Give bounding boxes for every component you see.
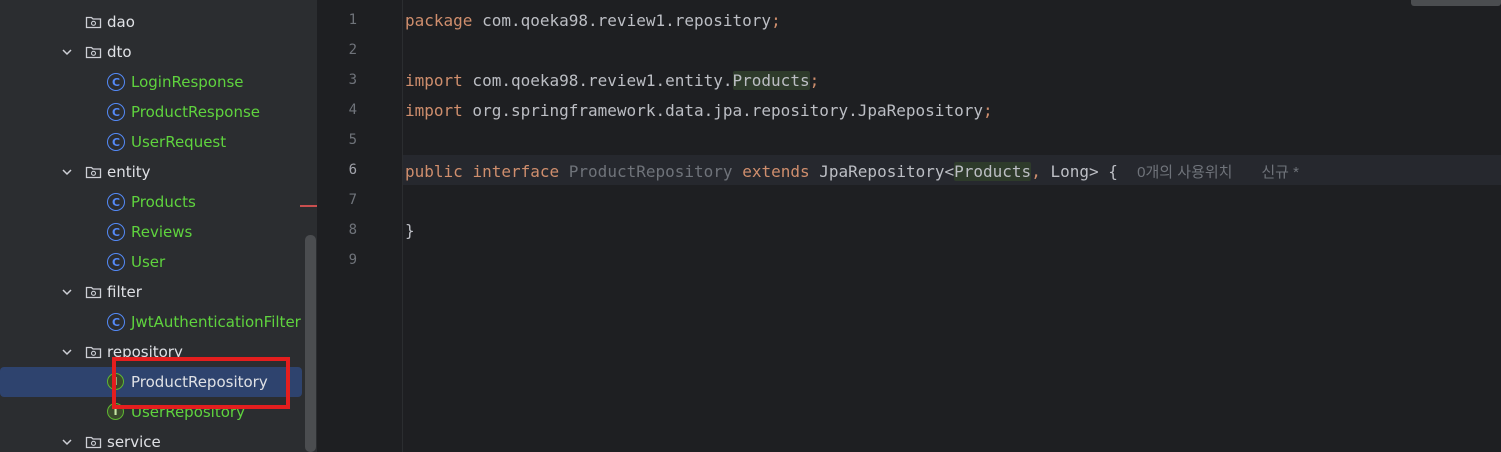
generic-rest: Long> { (1040, 162, 1118, 181)
tree-item-loginresponse[interactable]: C LoginResponse (0, 67, 302, 97)
class-icon: C (107, 193, 125, 211)
interface-name: ProductRepository (568, 162, 733, 181)
line-number: 5 (348, 132, 357, 148)
line-number: 4 (348, 102, 357, 118)
tree-item-label: dto (107, 43, 132, 61)
tree-item-label: UserRequest (131, 133, 227, 151)
code-line-4[interactable]: import org.springframework.data.jpa.repo… (405, 101, 993, 120)
tree-item-label: JwtAuthenticationFilter (131, 313, 301, 331)
tree-item-dao[interactable]: dao (0, 7, 302, 37)
class-icon: C (107, 103, 125, 121)
code-line-6[interactable]: public interface ProductRepository exten… (405, 161, 1299, 182)
tree-item-userrequest[interactable]: C UserRequest (0, 127, 302, 157)
chevron-down-icon[interactable] (60, 165, 74, 179)
import-path: org.springframework.data.jpa.repository.… (462, 101, 983, 120)
line-number: 6 (348, 162, 357, 178)
tree-item-label: Reviews (131, 223, 193, 241)
closing-brace: } (405, 221, 415, 240)
tree-item-productresponse[interactable]: C ProductResponse (0, 97, 302, 127)
package-folder-icon (85, 165, 102, 179)
line-number: 7 (348, 192, 357, 208)
code-editor[interactable]: 1 2 3 4 5 6 7 8 9 package com.qoeka98.review1.re… (317, 0, 1501, 452)
keyword-import: import (405, 101, 463, 120)
line-number: 3 (348, 72, 357, 88)
usages-inlay-hint[interactable]: 0개의 사용위치 (1137, 164, 1232, 181)
chevron-down-icon[interactable] (60, 345, 74, 359)
package-name: com.qoeka98.review1.repository (472, 11, 772, 30)
keyword-extends: extends (742, 162, 810, 181)
tree-item-label: LoginResponse (131, 73, 244, 91)
error-marker (300, 205, 317, 207)
class-icon: C (107, 223, 125, 241)
class-icon: C (107, 313, 125, 331)
tree-item-label: Products (131, 193, 196, 211)
tree-item-dto[interactable]: dto (0, 37, 302, 67)
line-number-gutter[interactable]: 1 2 3 4 5 6 7 8 9 (317, 0, 403, 452)
comma: , (1031, 162, 1041, 181)
tree-item-label: filter (107, 283, 142, 301)
tree-item-entity[interactable]: entity (0, 157, 302, 187)
new-author-inlay-hint[interactable]: 신규 * (1261, 164, 1299, 181)
base-type: JpaRepository< (819, 162, 955, 181)
tree-scrollbar-thumb[interactable] (305, 235, 316, 452)
editor-horizontal-scroll-thumb[interactable] (1411, 0, 1501, 6)
tree-item-label: service (107, 433, 161, 451)
tree-item-label: User (131, 253, 166, 271)
line-number: 1 (348, 12, 357, 28)
code-line-1[interactable]: package com.qoeka98.review1.repository; (405, 11, 781, 30)
package-folder-icon (85, 435, 102, 449)
red-annotation-box (112, 357, 290, 409)
type-reference: Products (732, 71, 810, 90)
package-folder-icon (85, 45, 102, 59)
code-line-8[interactable]: } (405, 221, 415, 240)
tree-item-label: ProductResponse (131, 103, 260, 121)
semicolon: ; (982, 101, 993, 120)
package-folder-icon (85, 15, 102, 29)
line-number: 2 (348, 42, 357, 58)
tree-item-service[interactable]: service (0, 427, 302, 452)
chevron-down-icon[interactable] (60, 285, 74, 299)
keyword-package: package (405, 11, 473, 30)
tree-item-label: dao (107, 13, 135, 31)
tree-item-jwtauthenticationfilter[interactable]: C JwtAuthenticationFilter (0, 307, 302, 337)
tree-item-user[interactable]: C User (0, 247, 302, 277)
chevron-down-icon[interactable] (60, 435, 74, 449)
keyword-public: public (405, 162, 463, 181)
class-icon: C (107, 133, 125, 151)
tree-item-products[interactable]: C Products (0, 187, 302, 217)
package-folder-icon (85, 345, 102, 359)
generic-type-reference: Products (954, 162, 1032, 181)
line-number: 9 (348, 252, 357, 268)
package-folder-icon (85, 285, 102, 299)
tree-item-filter[interactable]: filter (0, 277, 302, 307)
tree-item-label: entity (107, 163, 151, 181)
class-icon: C (107, 73, 125, 91)
keyword-import: import (405, 71, 463, 90)
code-line-3[interactable]: import com.qoeka98.review1.entity.Produc… (405, 71, 819, 90)
semicolon: ; (809, 71, 820, 90)
class-icon: C (107, 253, 125, 271)
tree-item-reviews[interactable]: C Reviews (0, 217, 302, 247)
line-number: 8 (348, 222, 357, 238)
import-path: com.qoeka98.review1.entity. (462, 71, 733, 90)
semicolon: ; (771, 11, 781, 30)
keyword-interface: interface (472, 162, 560, 181)
chevron-down-icon[interactable] (60, 45, 74, 59)
